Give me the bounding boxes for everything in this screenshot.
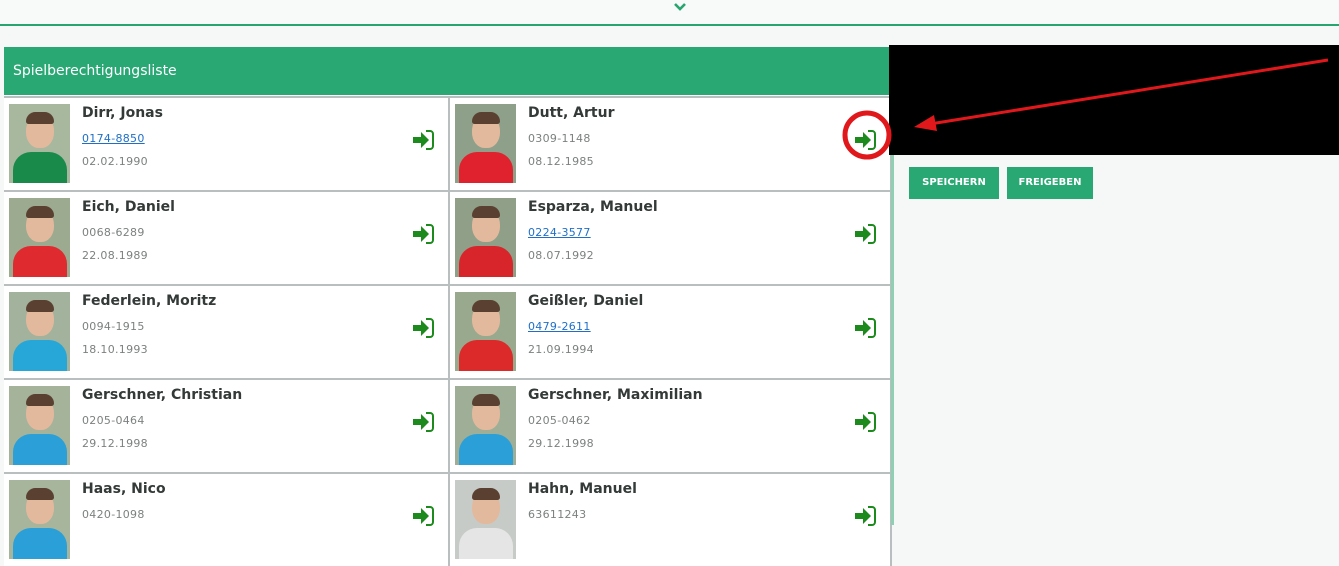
player-birthdate: 22.08.1989 bbox=[82, 249, 148, 262]
photo-shirt bbox=[13, 528, 67, 559]
player-grid: Dirr, Jonas 0174-8850 02.02.1990 Dutt, A… bbox=[4, 96, 892, 566]
player-birthdate: 08.07.1992 bbox=[528, 249, 594, 262]
sign-in-icon[interactable] bbox=[854, 318, 876, 338]
photo-hair bbox=[26, 112, 54, 124]
sign-in-icon[interactable] bbox=[854, 130, 876, 150]
player-card: Dirr, Jonas 0174-8850 02.02.1990 bbox=[4, 96, 450, 190]
player-number: 0309-1148 bbox=[528, 132, 591, 145]
player-name: Haas, Nico bbox=[82, 481, 166, 497]
player-card: Gerschner, Christian 0205-0464 29.12.199… bbox=[4, 378, 450, 472]
sign-in-icon[interactable] bbox=[412, 318, 434, 338]
player-card: Haas, Nico 0420-1098 bbox=[4, 472, 450, 566]
player-number: 63611243 bbox=[528, 508, 587, 521]
save-button[interactable]: SPEICHERN bbox=[909, 167, 999, 199]
player-photo bbox=[9, 480, 70, 559]
player-name: Geißler, Daniel bbox=[528, 293, 644, 309]
panel-divider bbox=[891, 95, 894, 525]
player-photo bbox=[455, 480, 516, 559]
photo-hair bbox=[26, 394, 54, 406]
player-birthdate: 29.12.1998 bbox=[528, 437, 594, 450]
photo-shirt bbox=[13, 434, 67, 465]
player-card: Esparza, Manuel 0224-3577 08.07.1992 bbox=[450, 190, 892, 284]
player-name: Dutt, Artur bbox=[528, 105, 615, 121]
photo-hair bbox=[472, 206, 500, 218]
player-name: Eich, Daniel bbox=[82, 199, 175, 215]
player-card: Gerschner, Maximilian 0205-0462 29.12.19… bbox=[450, 378, 892, 472]
chevron-down-icon[interactable] bbox=[672, 0, 688, 14]
sign-in-icon[interactable] bbox=[854, 412, 876, 432]
photo-hair bbox=[472, 488, 500, 500]
player-eligibility-panel: Spielberechtigungsliste Dirr, Jonas 0174… bbox=[4, 47, 892, 566]
player-photo bbox=[455, 292, 516, 371]
player-number: 0420-1098 bbox=[82, 508, 145, 521]
player-birthdate: 02.02.1990 bbox=[82, 155, 148, 168]
sign-in-icon[interactable] bbox=[412, 224, 434, 244]
sign-in-icon[interactable] bbox=[854, 224, 876, 244]
player-card: Hahn, Manuel 63611243 bbox=[450, 472, 892, 566]
player-photo bbox=[455, 104, 516, 183]
player-number-link[interactable]: 0224-3577 bbox=[528, 226, 591, 239]
redacted-area bbox=[889, 45, 1339, 155]
player-name: Dirr, Jonas bbox=[82, 105, 163, 121]
top-bar bbox=[0, 0, 1339, 26]
player-number: 0205-0464 bbox=[82, 414, 145, 427]
sign-in-icon[interactable] bbox=[412, 412, 434, 432]
photo-hair bbox=[472, 394, 500, 406]
player-number-link[interactable]: 0479-2611 bbox=[528, 320, 591, 333]
player-photo bbox=[455, 386, 516, 465]
player-birthdate: 08.12.1985 bbox=[528, 155, 594, 168]
player-name: Gerschner, Maximilian bbox=[528, 387, 703, 403]
player-name: Hahn, Manuel bbox=[528, 481, 637, 497]
player-card: Dutt, Artur 0309-1148 08.12.1985 bbox=[450, 96, 892, 190]
photo-hair bbox=[26, 300, 54, 312]
player-birthdate: 29.12.1998 bbox=[82, 437, 148, 450]
player-card: Eich, Daniel 0068-6289 22.08.1989 bbox=[4, 190, 450, 284]
player-photo bbox=[455, 198, 516, 277]
player-name: Federlein, Moritz bbox=[82, 293, 217, 309]
sign-in-icon[interactable] bbox=[854, 506, 876, 526]
photo-hair bbox=[26, 206, 54, 218]
sign-in-icon[interactable] bbox=[412, 130, 434, 150]
player-photo bbox=[9, 386, 70, 465]
photo-shirt bbox=[459, 152, 513, 183]
player-number: 0094-1915 bbox=[82, 320, 145, 333]
photo-shirt bbox=[459, 246, 513, 277]
photo-shirt bbox=[459, 434, 513, 465]
photo-hair bbox=[472, 112, 500, 124]
player-name: Gerschner, Christian bbox=[82, 387, 243, 403]
player-birthdate: 21.09.1994 bbox=[528, 343, 594, 356]
player-number: 0205-0462 bbox=[528, 414, 591, 427]
player-photo bbox=[9, 198, 70, 277]
release-button[interactable]: FREIGEBEN bbox=[1007, 167, 1093, 199]
player-number-link[interactable]: 0174-8850 bbox=[82, 132, 145, 145]
photo-shirt bbox=[13, 340, 67, 371]
photo-shirt bbox=[459, 528, 513, 559]
photo-hair bbox=[26, 488, 54, 500]
player-number: 0068-6289 bbox=[82, 226, 145, 239]
photo-shirt bbox=[13, 246, 67, 277]
photo-shirt bbox=[459, 340, 513, 371]
player-photo bbox=[9, 104, 70, 183]
player-name: Esparza, Manuel bbox=[528, 199, 658, 215]
player-card: Geißler, Daniel 0479-2611 21.09.1994 bbox=[450, 284, 892, 378]
panel-title: Spielberechtigungsliste bbox=[4, 47, 892, 95]
sign-in-icon[interactable] bbox=[412, 506, 434, 526]
photo-hair bbox=[472, 300, 500, 312]
player-photo bbox=[9, 292, 70, 371]
player-birthdate: 18.10.1993 bbox=[82, 343, 148, 356]
player-card: Federlein, Moritz 0094-1915 18.10.1993 bbox=[4, 284, 450, 378]
photo-shirt bbox=[13, 152, 67, 183]
